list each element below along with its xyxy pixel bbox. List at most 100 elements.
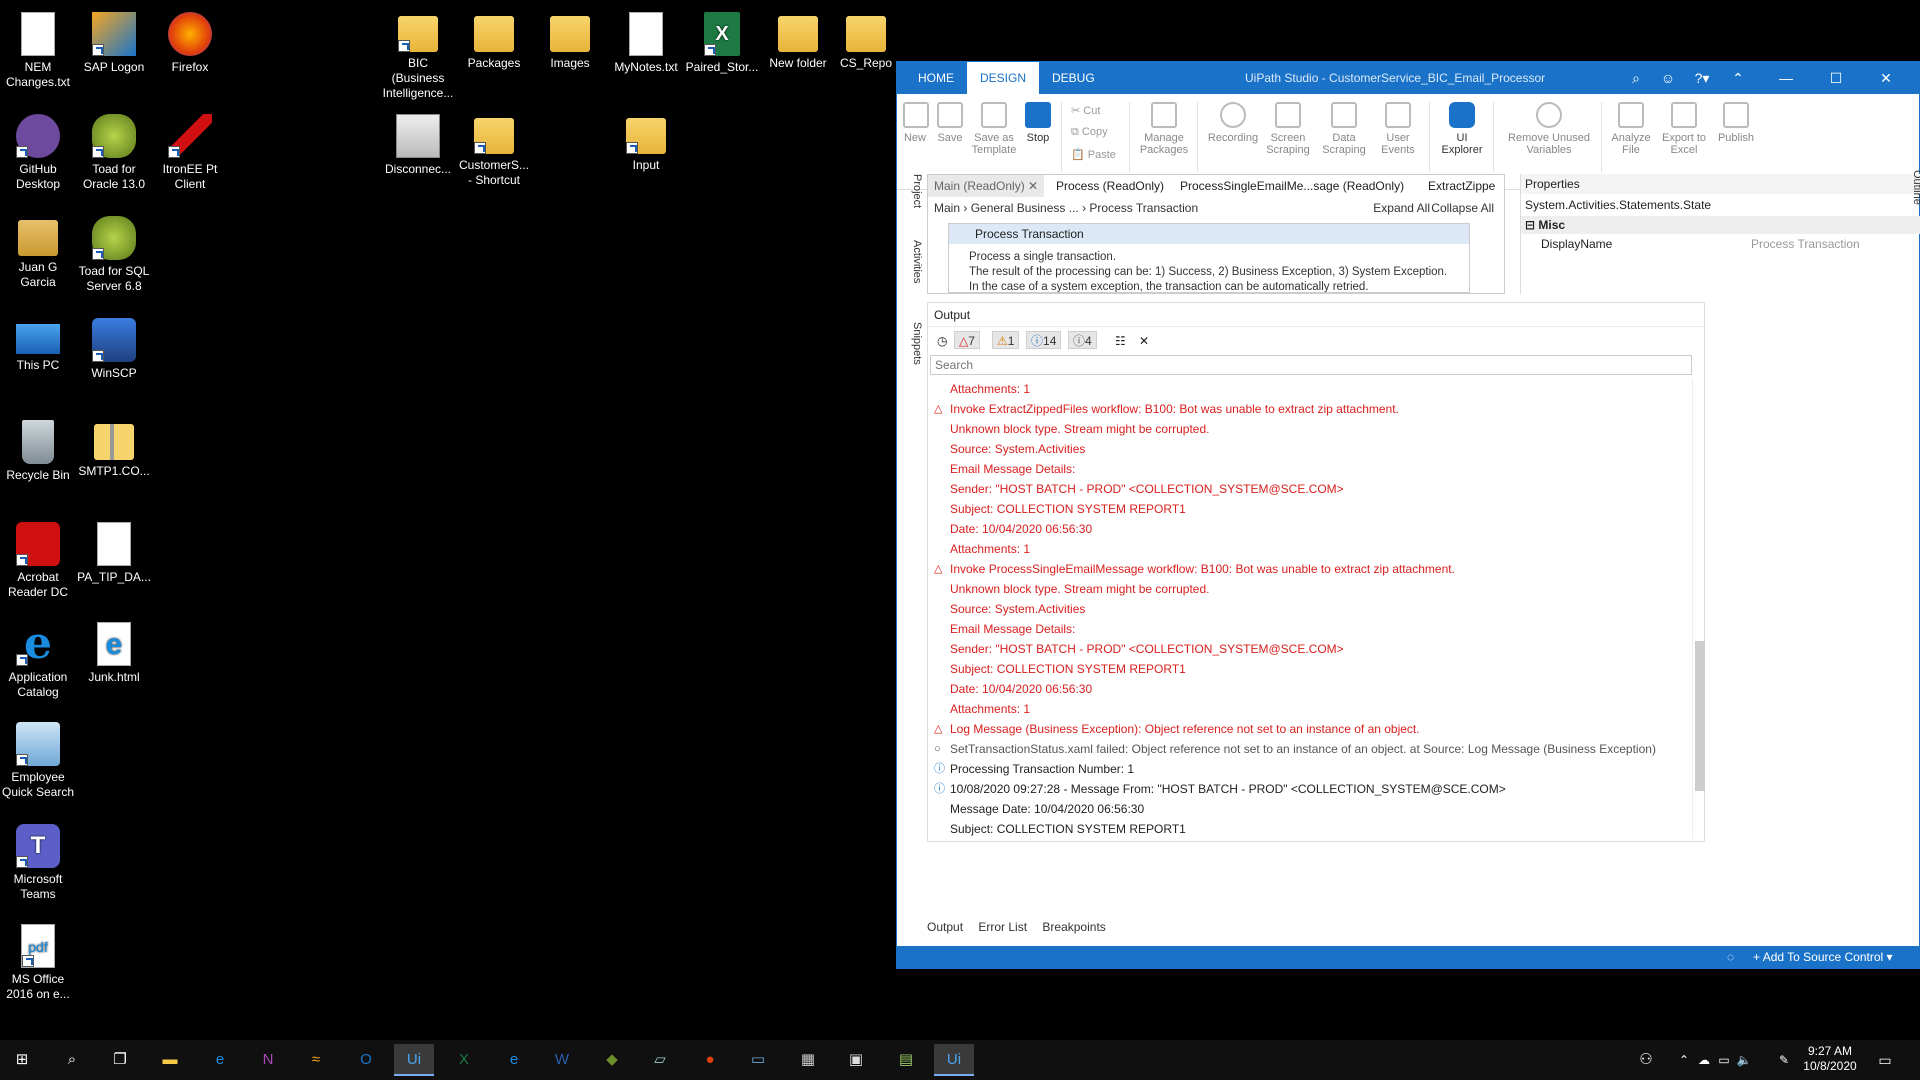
user-events-button[interactable]: User Events [1373,102,1423,156]
desktop-icon[interactable]: Toad for SQL Server 6.8 [76,210,152,294]
desktop-icon[interactable]: Juan G Garcia [0,210,76,290]
desktop-icon[interactable]: T Microsoft Teams [0,818,76,902]
desktop-icon[interactable]: NEM Changes.txt [0,6,76,90]
command-prompt-icon[interactable]: ▣ [836,1044,876,1076]
log-row[interactable]: ⓘ 10/08/2020 09:27:28 - Message From: "HO… [928,779,1690,799]
log-row[interactable]: Email Message Details: [928,459,1690,479]
save-button[interactable]: Save [935,102,965,144]
edge-icon[interactable]: e [200,1044,240,1076]
desktop-icon[interactable]: Recycle Bin [0,414,76,483]
desktop-icon[interactable]: WinSCP [76,312,152,381]
calculator-icon[interactable]: ▦ [788,1044,828,1076]
chevron-up-icon[interactable]: ⌃ [1674,1044,1694,1076]
remove-unused-variables-button[interactable]: Remove Unused Variables [1503,102,1595,156]
desktop-icon[interactable]: Acrobat Reader DC [0,516,76,600]
windows-start-icon[interactable]: ⊞ [2,1044,42,1076]
notepad-icon[interactable]: ▱ [640,1044,680,1076]
tab-breakpoints[interactable]: Breakpoints [1042,920,1105,934]
help-icon[interactable]: ?▾ [1683,62,1721,94]
desktop-icon[interactable]: MyNotes.txt [608,6,684,75]
desktop-icon[interactable]: PA_TIP_DA... [76,516,152,585]
log-row[interactable]: Unknown block type. Stream might be corr… [928,579,1690,599]
search-input[interactable] [930,355,1692,375]
word-icon[interactable]: W [542,1044,582,1076]
uipath-studio-taskbar-icon[interactable]: Ui [394,1044,434,1076]
log-row[interactable]: △ Invoke ExtractZippedFiles workflow: B10… [928,399,1690,419]
onenote-icon[interactable]: N [248,1044,288,1076]
collapse-ribbon-icon[interactable]: ⌃ [1719,62,1757,94]
warnings-filter[interactable]: ⚠1 [992,331,1020,349]
tab-debug[interactable]: DEBUG [1039,62,1108,94]
tab-process[interactable]: Process (ReadOnly) [1050,175,1170,197]
task-view-icon[interactable]: ❐ [100,1044,140,1076]
trace-filter[interactable]: ⓘ4 [1068,331,1097,349]
analyze-file-button[interactable]: Analyze File [1609,102,1653,156]
ui-explorer-button[interactable]: UI Explorer [1437,102,1487,156]
desktop-icon[interactable]: CustomerS... - Shortcut [456,108,532,188]
log-row[interactable]: ○ SetTransactionStatus.xaml failed: Objec… [928,739,1690,759]
log-row[interactable]: Attachments: 1 [928,379,1690,399]
clock[interactable]: 9:27 AM 10/8/2020 [1800,1044,1860,1074]
log-row[interactable]: Attachments: 1 [928,699,1690,719]
desktop-icon[interactable]: BIC (Business Intelligence... [380,6,456,101]
excel-icon[interactable]: X [444,1044,484,1076]
project-panel-tab[interactable]: Project [901,174,923,234]
desktop-icon[interactable]: pdf MS Office 2016 on e... [0,918,76,1002]
feedback-icon[interactable]: ☺ [1649,62,1687,94]
pen-icon[interactable]: ✎ [1772,1044,1796,1076]
sap-icon[interactable]: ≈ [296,1044,336,1076]
desktop-icon[interactable]: Toad for Oracle 13.0 [76,108,152,192]
log-row[interactable]: Unknown block type. Stream might be corr… [928,419,1690,439]
desktop-icon[interactable]: CS_Repo [836,6,896,71]
desktop-icon[interactable]: Firefox [152,6,228,75]
close-button[interactable]: ✕ [1867,62,1905,94]
desktop-icon[interactable]: SMTP1.CO... [76,414,152,479]
save-as-template-button[interactable]: Save as Template [969,102,1019,156]
output-scrollbar[interactable] [1692,379,1706,839]
desktop-icon[interactable]: GitHub Desktop [0,108,76,192]
people-icon[interactable]: ⚇ [1632,1044,1660,1076]
log-row[interactable]: Date: 10/04/2020 06:56:30 [928,519,1690,539]
tab-home[interactable]: HOME [905,62,967,94]
outlook-icon[interactable]: O [346,1044,386,1076]
data-scraping-button[interactable]: Data Scraping [1319,102,1369,156]
network-icon[interactable]: ▭ [1714,1044,1734,1076]
log-row[interactable]: Sender: "HOST BATCH - PROD" <COLLECTION_… [928,639,1690,659]
log-row[interactable]: Sender: "HOST BATCH - PROD" <COLLECTION_… [928,479,1690,499]
sequence-activity[interactable]: Process Transaction Process a single tra… [948,223,1470,293]
clock-icon[interactable]: ◷ [932,331,952,349]
remote-desktop-icon[interactable]: ▭ [738,1044,778,1076]
notification-icon[interactable]: ◌ [1727,946,1734,968]
info-filter[interactable]: ⓘ14 [1026,331,1062,349]
crumb-process-transaction[interactable]: Process Transaction [1089,201,1198,215]
cloud-icon[interactable]: ☁ [1694,1044,1714,1076]
log-row[interactable]: △ Invoke ProcessSingleEmailMessage workfl… [928,559,1690,579]
desktop-icon[interactable]: X Paired_Stor... [684,6,760,75]
log-row[interactable]: Subject: COLLECTION SYSTEM REPORT1 [928,499,1690,519]
log-row[interactable]: Email Message Details: [928,619,1690,639]
firefox-icon[interactable]: ● [690,1044,730,1076]
manage-packages-button[interactable]: Manage Packages [1137,102,1191,156]
tab-design[interactable]: DESIGN [967,62,1040,94]
tab-error-list[interactable]: Error List [978,920,1027,934]
log-row[interactable]: Subject: COLLECTION SYSTEM REPORT1 [928,819,1690,839]
volume-icon[interactable]: 🔈 [1734,1044,1754,1076]
add-to-source-control-button[interactable]: + Add To Source Control ▾ [1753,946,1893,968]
activities-panel-tab[interactable]: Activities [901,240,923,314]
file-explorer-icon[interactable]: ▬ [150,1044,190,1076]
copy-button[interactable]: ⧉ Copy [1071,126,1108,139]
tab-main[interactable]: Main (ReadOnly) ✕ [928,175,1045,197]
log-row[interactable]: Source: System.Activities [928,599,1690,619]
tab-process-single-email[interactable]: ProcessSingleEmailMe...sage (ReadOnly) [1174,175,1410,197]
clear-icon[interactable]: ✕ [1134,331,1154,349]
new-button[interactable]: New [903,102,929,144]
desktop-icon[interactable]: New folder [760,6,836,71]
uipath-robot-icon[interactable]: Ui [934,1044,974,1076]
log-row[interactable]: Date: 10/04/2020 06:56:30 [928,679,1690,699]
properties-category[interactable]: ⊟ Misc [1521,216,1920,234]
maximize-button[interactable]: ☐ [1817,62,1855,94]
notifications-icon[interactable]: ▭ [1870,1044,1900,1076]
cut-button[interactable]: ✂ Cut [1071,104,1100,117]
desktop-icon[interactable]: Input [608,108,684,173]
scrollbar-thumb[interactable] [1695,641,1705,791]
